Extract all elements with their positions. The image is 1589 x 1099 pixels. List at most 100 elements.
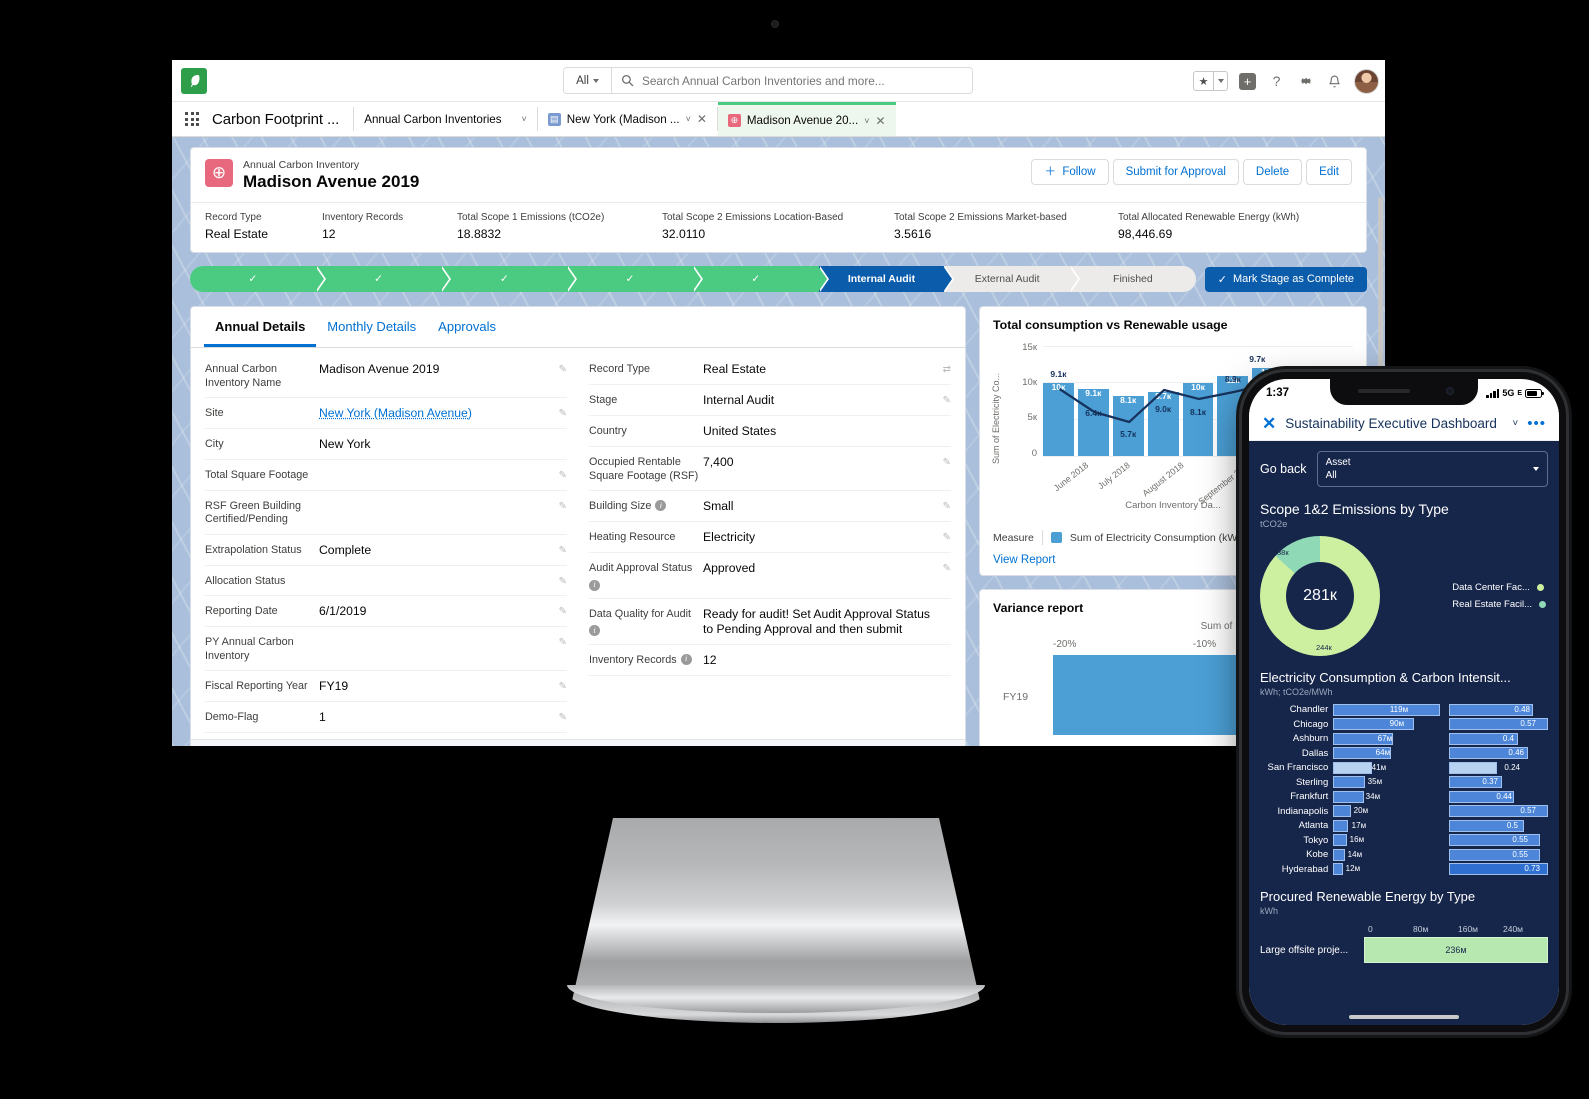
chart-row-sterling[interactable]: Sterling 35м 0.37 [1260, 776, 1548, 790]
nav-tab-new-york-madison[interactable]: ▤ New York (Madison ... ˅ ✕ [538, 102, 717, 136]
add-icon[interactable]: + [1238, 72, 1257, 91]
field-label: City [205, 438, 224, 450]
bar-value: 20м [1353, 806, 1369, 816]
bar-value: 64м [1375, 748, 1391, 758]
chart-row-dallas[interactable]: Dallas 64м 0.46 [1260, 747, 1548, 761]
bar-value: 0.4 [1502, 733, 1514, 743]
favorites-button[interactable]: ★ [1193, 71, 1228, 91]
path-step-internal-audit[interactable]: Internal Audit [818, 266, 955, 292]
highlight-record-type: Record Type Real Estate [205, 212, 322, 241]
search-input[interactable] [642, 73, 972, 88]
legend-swatch-icon [1536, 584, 1544, 591]
edit-pencil-icon[interactable]: ✎ [554, 635, 567, 648]
mark-stage-complete-button[interactable]: ✓ Mark Stage as Complete [1204, 266, 1367, 292]
path-step-external-audit[interactable]: External Audit [944, 266, 1080, 292]
edit-pencil-icon[interactable]: ✎ [554, 543, 567, 556]
edit-pencil-icon[interactable]: ✎ [938, 530, 951, 543]
chevron-down-icon[interactable]: ˅ [686, 114, 691, 124]
app-logo[interactable] [172, 60, 216, 102]
edit-pencil-icon[interactable]: ✎ [554, 499, 567, 512]
user-avatar[interactable] [1354, 68, 1379, 94]
highlight-label: Total Scope 2 Emissions Market-based [894, 212, 1067, 223]
renewable-bar[interactable]: 236м [1364, 937, 1548, 963]
section-carbon-source-details[interactable]: ˅ Carbon Source Details [191, 739, 965, 746]
help-icon[interactable]: ? [1267, 72, 1286, 91]
app-launcher-icon[interactable] [172, 102, 212, 136]
edit-pencil-icon[interactable]: ✎ [554, 406, 567, 419]
record-globe-icon: ⊕ [205, 159, 233, 187]
chart-row-atlanta[interactable]: Atlanta 17м 0.5 [1260, 819, 1548, 833]
edit-pencil-icon[interactable]: ✎ [554, 362, 567, 375]
path-step-completed-2[interactable]: ✓ [315, 266, 452, 292]
info-icon[interactable]: i [655, 500, 667, 511]
go-back-link[interactable]: Go back [1260, 462, 1307, 476]
edit-pencil-icon[interactable]: ✎ [938, 561, 951, 574]
favorites-chevron-down-icon[interactable] [1213, 72, 1227, 90]
chart-row-tokyo[interactable]: Tokyo 16м 0.55 [1260, 834, 1548, 848]
edit-button[interactable]: Edit [1306, 159, 1352, 185]
nav-tab-annual-carbon-inventories-menu[interactable]: ˅ [512, 102, 537, 136]
submit-for-approval-button[interactable]: Submit for Approval [1112, 159, 1239, 185]
renewable-row-large-offsite[interactable]: Large offsite proje... 236м [1260, 937, 1548, 963]
chevron-down-icon[interactable]: ˅ [864, 116, 869, 126]
row-label: Chandler [1289, 704, 1329, 716]
front-camera-icon [1446, 387, 1454, 395]
edit-pencil-icon[interactable]: ✎ [938, 455, 951, 468]
chart-row-chandler[interactable]: Chandler 119м 0.48 [1260, 703, 1548, 717]
chart-row-kobe[interactable]: Kobe 14м 0.55 [1260, 848, 1548, 862]
variance-bar-fy19[interactable] [1053, 655, 1258, 735]
edit-pencil-icon[interactable]: ✎ [554, 574, 567, 587]
site-link[interactable]: New York (Madison Avenue) [319, 406, 472, 420]
legend-label: Data Center Fac... [1452, 582, 1530, 593]
tab-approvals[interactable]: Approvals [427, 307, 507, 347]
path-step-completed-5[interactable]: ✓ [692, 266, 829, 292]
path-step-completed-4[interactable]: ✓ [567, 266, 703, 292]
edit-pencil-icon[interactable]: ✎ [554, 604, 567, 617]
path-step-completed-1[interactable]: ✓ [190, 266, 326, 292]
notifications-bell-icon[interactable] [1325, 72, 1344, 91]
change-record-type-icon[interactable]: ⇄ [938, 362, 951, 375]
tab-monthly-details[interactable]: Monthly Details [316, 307, 427, 347]
info-icon[interactable]: i [589, 625, 600, 636]
chart-row-san-francisco[interactable]: San Francisco 41м 0.24 [1260, 761, 1548, 775]
asset-filter-dropdown[interactable]: Asset All [1316, 451, 1548, 487]
more-options-icon[interactable]: ••• [1527, 416, 1546, 431]
close-icon[interactable]: ✕ [697, 112, 707, 126]
chevron-down-icon[interactable]: ˅ [1512, 418, 1518, 429]
home-indicator[interactable] [1349, 1015, 1459, 1019]
field-label: Audit Approval Status i [589, 562, 693, 591]
nav-tab-annual-carbon-inventories[interactable]: Annual Carbon Inventories [354, 102, 511, 136]
path-step-finished[interactable]: Finished [1070, 266, 1196, 292]
edit-pencil-icon[interactable]: ✎ [554, 468, 567, 481]
edit-pencil-icon[interactable]: ✎ [554, 679, 567, 692]
nav-tab-madison-avenue-2019[interactable]: ⊕ Madison Avenue 20... ˅ ✕ [717, 102, 896, 136]
chart-row-frankfurt[interactable]: Frankfurt 34м 0.44 [1260, 790, 1548, 804]
current-app-name[interactable]: Carbon Footprint ... [212, 102, 353, 136]
page-scrollbar[interactable] [1378, 197, 1383, 377]
info-icon[interactable]: i [680, 653, 692, 665]
edit-pencil-icon[interactable]: ✎ [938, 499, 951, 512]
close-icon[interactable]: ✕ [1262, 415, 1276, 432]
setup-gear-icon[interactable] [1296, 72, 1315, 91]
edit-pencil-icon[interactable]: ✎ [938, 393, 951, 406]
chart-row-indianapolis[interactable]: Indianapolis 20м 0.57 [1260, 805, 1548, 819]
follow-button[interactable]: ＋ Follow [1031, 159, 1109, 185]
detail-fields-grid: Annual Carbon Inventory Name Madison Ave… [191, 348, 965, 733]
row-label: Large offsite proje... [1260, 944, 1349, 956]
chart-row-chicago[interactable]: Chicago 90м 0.57 [1260, 718, 1548, 732]
donut-ring[interactable]: 38к 244к 281к [1260, 536, 1380, 656]
close-icon[interactable]: ✕ [875, 114, 885, 128]
delete-button[interactable]: Delete [1242, 159, 1303, 185]
chart-row-ashburn[interactable]: Ashburn 67м 0.4 [1260, 732, 1548, 746]
path-step-completed-3[interactable]: ✓ [441, 266, 577, 292]
row-label: Hyderabad [1281, 863, 1329, 875]
field-value: Real Estate [703, 362, 767, 376]
tab-annual-details[interactable]: Annual Details [204, 307, 317, 347]
check-icon: ✓ [625, 273, 635, 285]
bar-value: 0.57 [1520, 806, 1536, 816]
global-search[interactable]: All [563, 67, 973, 94]
chart-row-hyderabad[interactable]: Hyderabad 12м 0.73 [1260, 863, 1548, 877]
edit-pencil-icon[interactable]: ✎ [554, 710, 567, 723]
search-scope-dropdown[interactable]: All [564, 68, 612, 93]
info-icon[interactable]: i [589, 579, 600, 591]
